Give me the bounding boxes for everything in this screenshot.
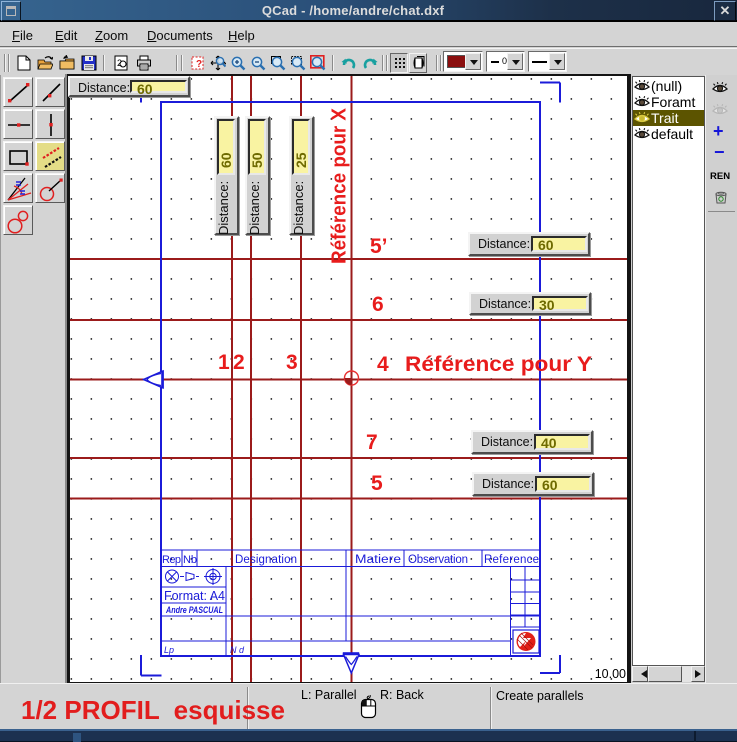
svg-text:3: 3: [286, 351, 298, 374]
svg-text:Observation: Observation: [408, 554, 468, 566]
svg-text:Format: A4: Format: A4: [164, 589, 225, 603]
svg-text:Lp: Lp: [164, 645, 174, 655]
svg-text:5: 5: [371, 472, 383, 495]
svg-text:10.00: 10.00: [595, 667, 626, 681]
svg-text:Rep: Rep: [162, 554, 181, 566]
svg-text:5’: 5’: [370, 235, 388, 258]
svg-text:7: 7: [366, 431, 378, 454]
svg-text:Référence pour Y: Référence pour Y: [405, 353, 592, 376]
svg-text:Designation: Designation: [235, 554, 297, 566]
svg-text:N d: N d: [230, 645, 245, 655]
svg-text:?: ?: [196, 59, 202, 70]
svg-text:Nb: Nb: [183, 554, 197, 566]
svg-text:1: 1: [218, 351, 230, 374]
svg-text:4: 4: [377, 353, 389, 376]
svg-text:6: 6: [372, 293, 384, 316]
svg-text:2: 2: [233, 351, 245, 374]
svg-text:Andre PASCUAL: Andre PASCUAL: [165, 605, 223, 615]
svg-text:Reference: Reference: [484, 554, 539, 566]
svg-text:Matiere: Matiere: [355, 554, 401, 566]
svg-text:Référence pour X: Référence pour X: [329, 107, 351, 264]
